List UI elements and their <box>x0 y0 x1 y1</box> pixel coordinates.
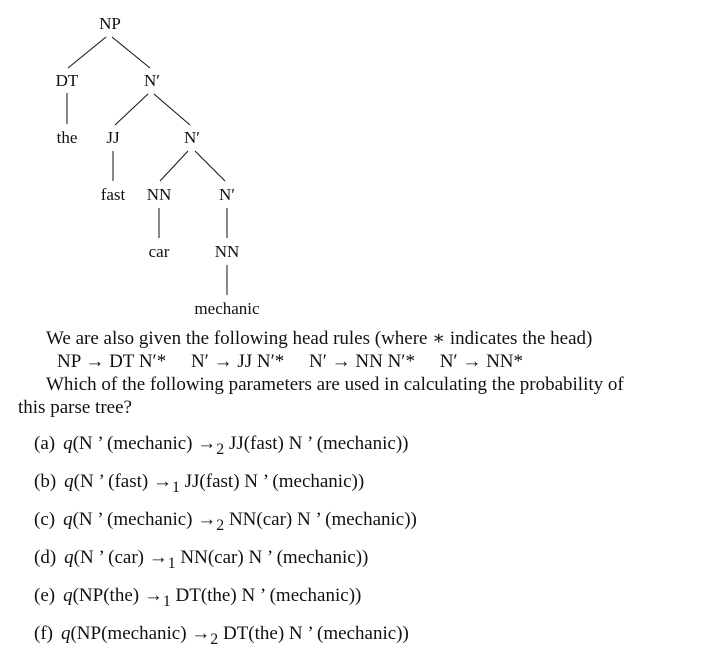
option-rhs: NN(car) N ’ (mechanic)) <box>224 509 417 530</box>
option-lhs: (N ’ (mechanic) → <box>72 509 217 530</box>
option-rhs: DT(the) N ’ (mechanic)) <box>170 585 362 606</box>
option-rhs: JJ(fast) N ’ (mechanic)) <box>224 433 409 454</box>
option-subscript: 2 <box>216 440 225 458</box>
edge-n2-nn1 <box>159 150 189 182</box>
option-lhs: (NP(mechanic) → <box>70 623 211 644</box>
q-symbol: q <box>64 471 74 492</box>
head-rule: N′ → NN* <box>439 351 524 372</box>
option-label: (b) <box>34 471 57 492</box>
option-d[interactable]: (d) q(N ’ (car) →1 NN(car) N ’ (mechanic)… <box>34 547 368 573</box>
node-nn2: NN <box>215 242 240 261</box>
option-lhs: (N ’ (car) → <box>73 547 168 568</box>
head-rules-list: NP → DT N′* N′ → JJ N′* N′ → NN N′* N′ →… <box>57 351 523 373</box>
leaf-the: the <box>57 128 78 147</box>
leaf-car: car <box>149 242 170 261</box>
option-lhs: (NP(the) → <box>72 585 163 606</box>
leaf-fast: fast <box>101 185 126 204</box>
head-rule: N′ → NN N′* <box>309 351 415 372</box>
parse-tree: NP DT N′ the JJ N′ fast NN N′ car NN mec… <box>56 14 260 318</box>
node-dt: DT <box>56 71 79 90</box>
q-symbol: q <box>63 509 73 530</box>
option-label: (e) <box>34 585 56 606</box>
edge-n2-n3 <box>194 150 226 182</box>
option-label: (c) <box>34 509 56 530</box>
node-n3: N′ <box>219 185 235 204</box>
edge-n1-n2 <box>153 93 191 126</box>
node-n1: N′ <box>144 71 160 90</box>
option-rhs: NN(car) N ’ (mechanic)) <box>175 547 369 568</box>
q-symbol: q <box>63 585 73 606</box>
option-rhs: JJ(fast) N ’ (mechanic)) <box>179 471 365 492</box>
option-label: (d) <box>34 547 57 568</box>
option-lhs: (N ’ (fast) → <box>73 471 172 492</box>
node-np: NP <box>99 14 121 33</box>
option-subscript: 1 <box>171 478 180 496</box>
edge-np-n1 <box>111 36 151 69</box>
option-subscript: 1 <box>167 554 176 572</box>
option-lhs: (N ’ (mechanic) → <box>72 433 217 454</box>
node-jj: JJ <box>106 128 120 147</box>
option-subscript: 2 <box>216 516 225 534</box>
question-line-1: Which of the following parameters are us… <box>46 374 624 395</box>
option-rhs: DT(the) N ’ (mechanic)) <box>218 623 409 644</box>
option-e[interactable]: (e) q(NP(the) →1 DT(the) N ’ (mechanic)) <box>34 585 361 611</box>
option-subscript: 1 <box>162 592 171 610</box>
head-rules-intro: We are also given the following head rul… <box>46 328 593 349</box>
option-f[interactable]: (f) q(NP(mechanic) →2 DT(the) N ’ (mechan… <box>34 623 409 649</box>
node-nn1: NN <box>147 185 172 204</box>
option-b[interactable]: (b) q(N ’ (fast) →1 JJ(fast) N ’ (mechani… <box>34 471 364 497</box>
head-rule: NP → DT N′* <box>57 351 167 372</box>
q-symbol: q <box>64 547 74 568</box>
edge-np-dt <box>67 36 107 69</box>
option-a[interactable]: (a) q(N ’ (mechanic) →2 JJ(fast) N ’ (mec… <box>34 433 408 459</box>
node-n2: N′ <box>184 128 200 147</box>
edge-n1-jj <box>114 93 149 126</box>
option-label: (a) <box>34 433 56 454</box>
question-line-2: this parse tree? <box>18 397 132 418</box>
q-symbol: q <box>63 433 73 454</box>
head-rule: N′ → JJ N′* <box>190 351 285 372</box>
leaf-mechanic: mechanic <box>194 299 260 318</box>
option-c[interactable]: (c) q(N ’ (mechanic) →2 NN(car) N ’ (mech… <box>34 509 417 535</box>
option-label: (f) <box>34 623 53 644</box>
